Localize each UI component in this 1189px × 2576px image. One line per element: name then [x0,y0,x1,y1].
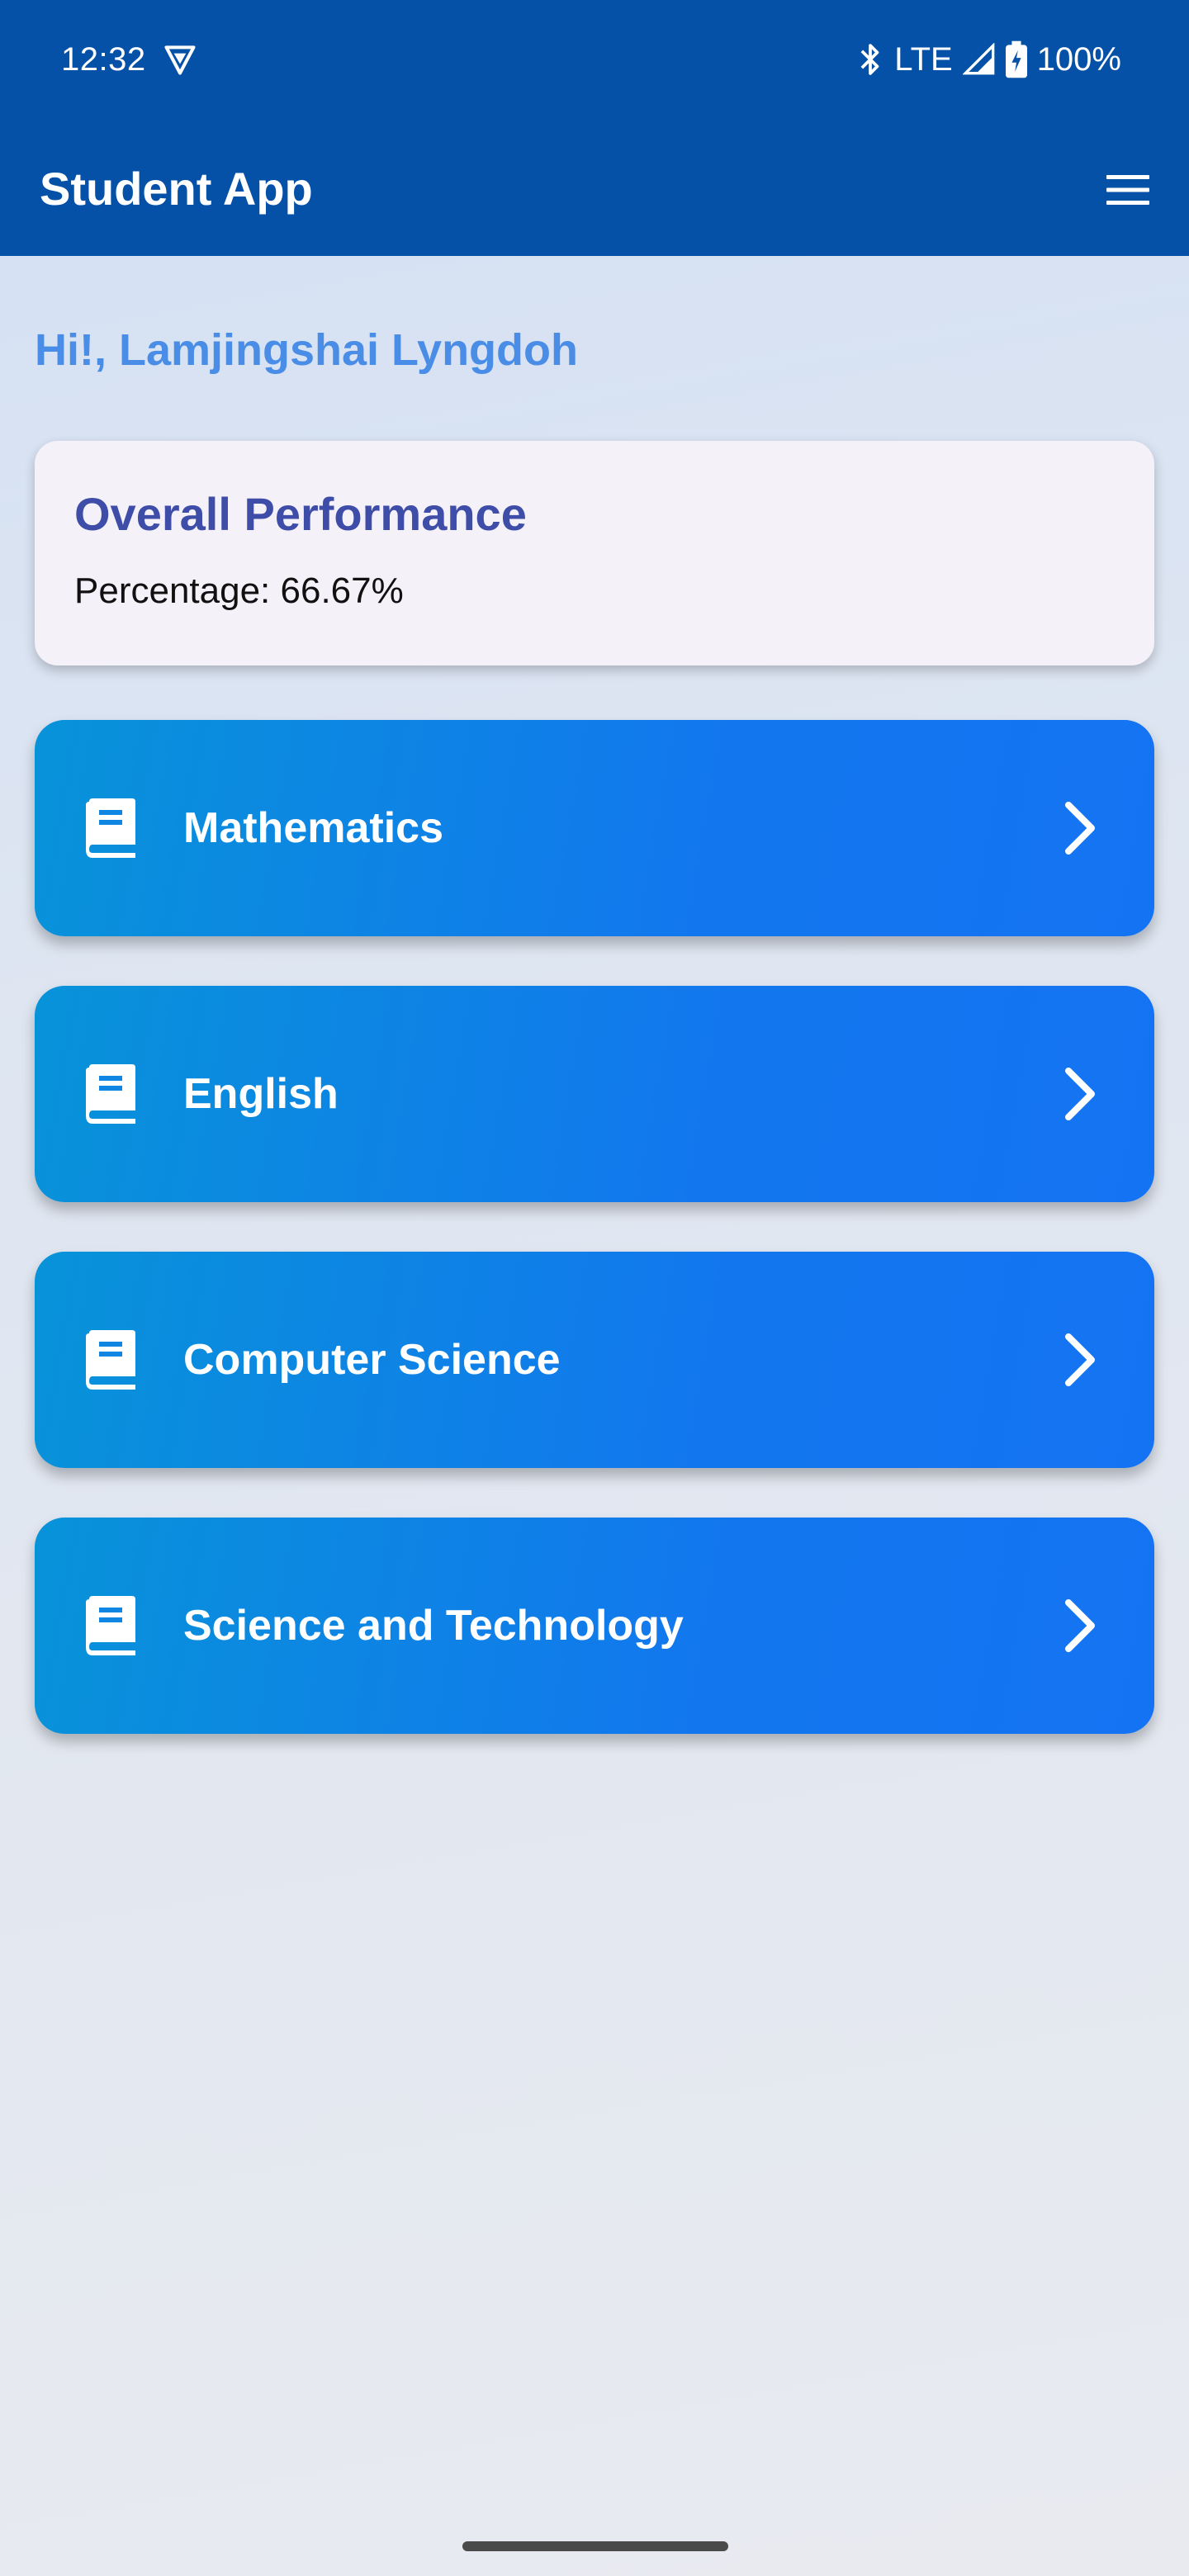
battery-charging-icon [1005,40,1027,78]
subject-card-english[interactable]: English [35,986,1154,1202]
home-indicator[interactable] [462,2541,728,2551]
chevron-right-icon [1065,802,1095,855]
chevron-right-icon [1065,1333,1095,1386]
subject-label: Science and Technology [183,1602,684,1650]
menu-button[interactable] [1100,162,1156,218]
network-type: LTE [894,40,953,78]
subject-card-computer-science[interactable]: Computer Science [35,1252,1154,1468]
performance-percentage: Percentage: 66.67% [74,571,404,611]
bluetooth-icon [856,41,884,78]
battery-level: 100% [1036,40,1121,78]
app-bar: 12:32 LTE 100% Student App [0,0,1189,256]
hamburger-menu-icon [1106,175,1149,205]
app-title: Student App [40,163,313,215]
subject-label: Mathematics [183,804,443,852]
book-icon [86,1596,135,1655]
status-indicators: LTE 100% [856,38,1121,81]
status-bar: 12:32 LTE 100% [0,0,1189,124]
vpn-icon [162,41,198,78]
book-icon [86,1064,135,1124]
greeting-text: Hi!, Lamjingshai Lyngdoh [35,325,578,375]
subject-label: Computer Science [183,1336,561,1384]
chevron-right-icon [1065,1068,1095,1120]
book-icon [86,798,135,858]
chevron-right-icon [1065,1599,1095,1652]
performance-title: Overall Performance [74,488,527,540]
book-icon [86,1330,135,1390]
signal-icon [962,43,996,76]
subject-card-science-and-technology[interactable]: Science and Technology [35,1518,1154,1734]
status-time: 12:32 [61,41,146,78]
subject-card-mathematics[interactable]: Mathematics [35,720,1154,936]
overall-performance-card: Overall Performance Percentage: 66.67% [35,441,1154,665]
subject-label: English [183,1070,339,1118]
